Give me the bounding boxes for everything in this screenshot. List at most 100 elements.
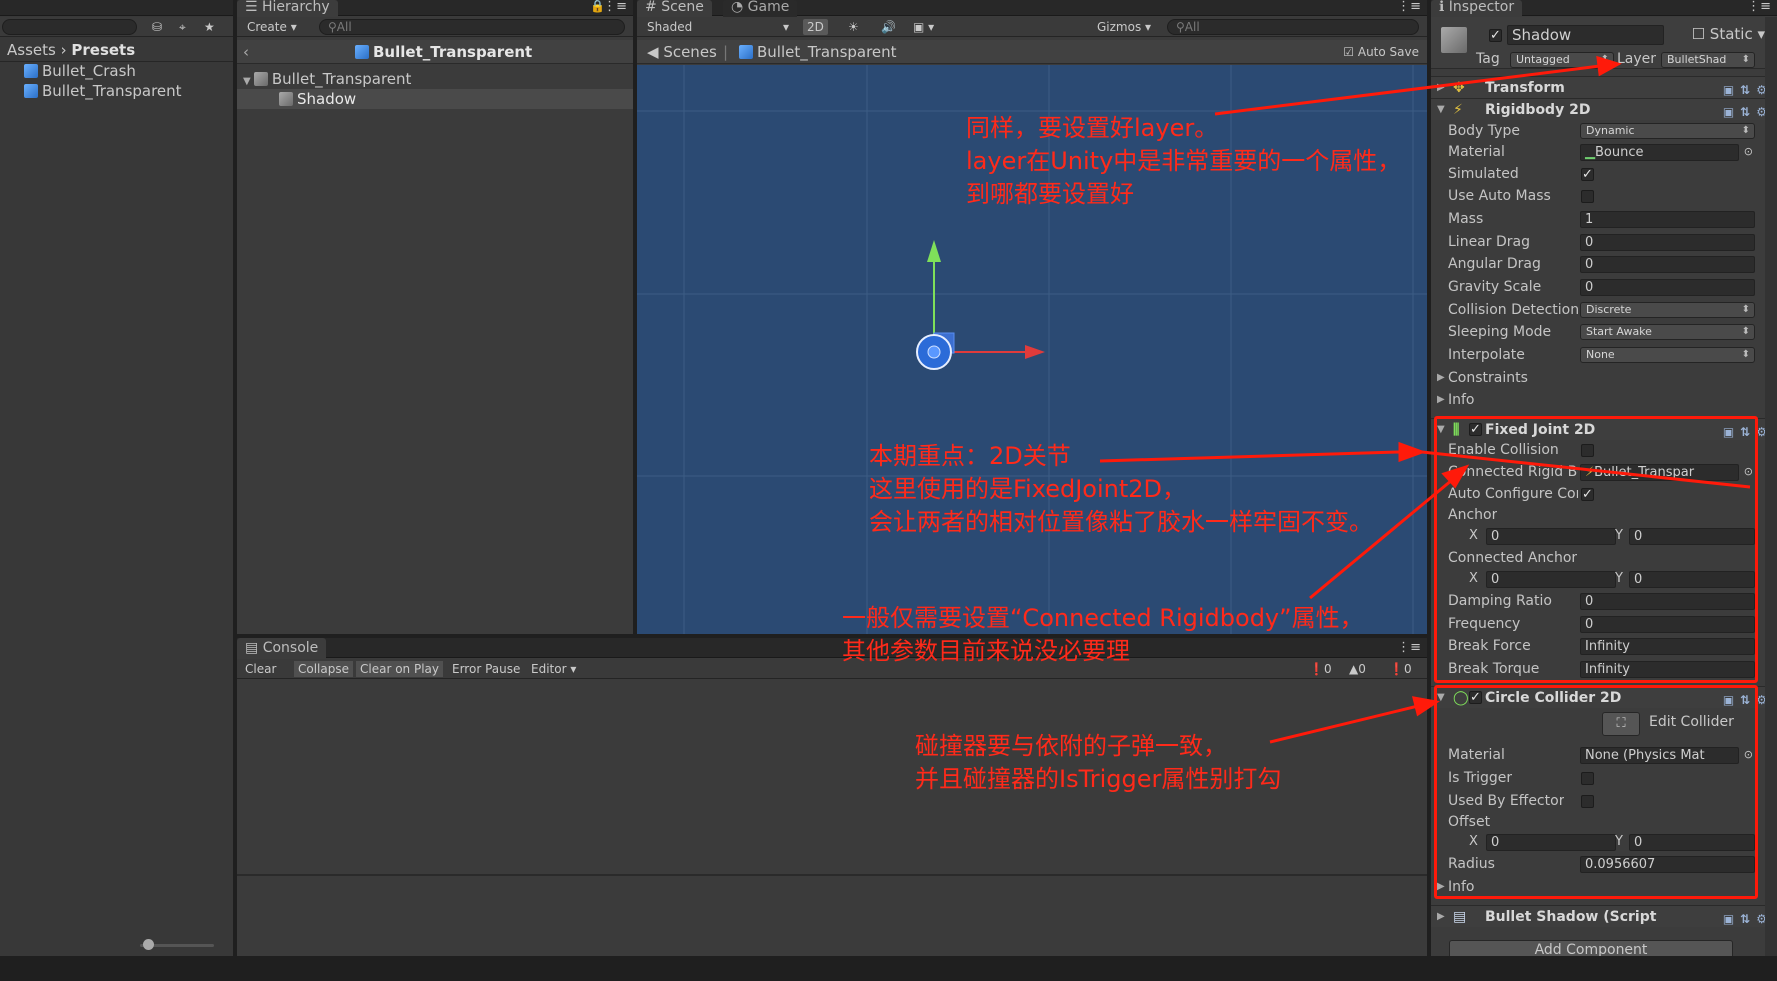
editor-dropdown[interactable]: Editor ▾ xyxy=(527,661,580,677)
project-breadcrumb: Assets › Presets xyxy=(7,40,135,60)
panel-menu-icon[interactable]: ⋮≡ xyxy=(1397,0,1421,14)
interpolate-dropdown[interactable]: None xyxy=(1580,347,1755,363)
favorite-star-icon[interactable]: ★ xyxy=(200,19,219,35)
asset-item[interactable]: Bullet_Transparent xyxy=(0,81,233,101)
project-tabbar xyxy=(0,0,233,16)
active-checkbox[interactable]: ✓ xyxy=(1489,29,1502,42)
expand-arrow-icon[interactable]: ▼ xyxy=(243,76,254,87)
breadcrumb-presets[interactable]: Presets xyxy=(71,41,135,59)
angular-drag-input[interactable]: 0 xyxy=(1580,256,1755,273)
add-component-button[interactable]: Add Component xyxy=(1449,940,1733,956)
move-gizmo[interactable] xyxy=(887,235,1087,395)
scene-breadcrumb-bar: ◀ Scenes | Bullet_Transparent ☑ Auto Sav… xyxy=(637,40,1427,64)
transform-header[interactable]: ▶ ✥ Transform ▣⇅⚙ xyxy=(1431,76,1777,98)
asset-item[interactable]: Bullet_Crash xyxy=(0,61,233,81)
shading-dropdown[interactable]: Shaded ▾ xyxy=(643,19,791,35)
panel-menu-icon[interactable]: ⋮≡ xyxy=(1397,640,1421,655)
prefab-icon xyxy=(24,84,38,98)
gravity-input[interactable]: 0 xyxy=(1580,279,1755,296)
expand-arrow-icon[interactable]: ▶ xyxy=(1437,390,1445,410)
annotation-box-fixed-joint xyxy=(1434,416,1758,683)
rb-gravity-row: Gravity Scale 0 xyxy=(1431,277,1777,297)
simulated-checkbox[interactable]: ✓ xyxy=(1581,168,1594,181)
filter-label-icon[interactable]: ⌖ xyxy=(175,19,190,35)
annotation-collider: 碰撞器要与依附的子弹一致， 并且碰撞器的IsTrigger属性别打勾 xyxy=(915,732,1282,793)
tab-scene[interactable]: # Scene xyxy=(637,0,712,17)
project-search-input[interactable] xyxy=(2,19,137,35)
inspector-tabbar: ℹ Inspector ⋮≡ xyxy=(1431,0,1777,17)
mass-input[interactable]: 1 xyxy=(1580,211,1755,228)
tab-console[interactable]: ▤ Console xyxy=(237,638,327,659)
lighting-icon[interactable]: ☀ xyxy=(844,19,863,35)
object-name-input[interactable]: Shadow xyxy=(1507,25,1664,45)
error-pause-button[interactable]: Error Pause xyxy=(448,661,524,677)
error-count-toggle[interactable]: ❗0 xyxy=(1385,661,1416,677)
create-dropdown[interactable]: Create ▾ xyxy=(243,19,301,35)
object-picker-icon[interactable]: ⊙ xyxy=(1744,142,1753,162)
gameobject-icon xyxy=(279,92,293,106)
unity-icon: ◀ xyxy=(647,43,664,61)
scene-tabbar: # Scene ◔ Game ⋮≡ xyxy=(637,0,1427,17)
rb-sleeping-row: Sleeping Mode Start Awake xyxy=(1431,322,1777,342)
breadcrumb-prefab[interactable]: Bullet_Transparent xyxy=(739,40,897,64)
collision-dropdown[interactable]: Discrete xyxy=(1580,302,1755,318)
search-icon: ⚲ xyxy=(1176,20,1185,34)
asset-label: Bullet_Crash xyxy=(42,62,136,80)
clear-button[interactable]: Clear xyxy=(241,661,280,677)
console-panel: ▤ Console ⋮≡ Clear Collapse Clear on Pla… xyxy=(237,638,1427,956)
scene-search-input[interactable]: ⚲All xyxy=(1167,19,1419,35)
hierarchy-item-shadow[interactable]: Shadow xyxy=(237,89,633,109)
tab-inspector[interactable]: ℹ Inspector xyxy=(1431,0,1523,17)
expand-arrow-icon[interactable]: ▼ xyxy=(1437,99,1445,121)
expand-arrow-icon[interactable]: ▶ xyxy=(1437,77,1445,99)
error-icon: ❗ xyxy=(1389,662,1404,676)
audio-icon[interactable]: 🔊 xyxy=(877,19,900,35)
sleeping-dropdown[interactable]: Start Awake xyxy=(1580,324,1755,340)
hierarchy-item-root[interactable]: ▼ Bullet_Transparent xyxy=(237,69,633,89)
console-divider[interactable] xyxy=(237,874,1427,876)
body-type-dropdown[interactable]: Dynamic xyxy=(1580,123,1755,139)
prefab-icon xyxy=(24,64,38,78)
linear-drag-input[interactable]: 0 xyxy=(1580,234,1755,251)
filter-type-icon[interactable]: ⛁ xyxy=(148,19,166,35)
pivot-handle xyxy=(927,345,941,359)
gizmos-dropdown[interactable]: Gizmos ▾ xyxy=(1093,19,1155,35)
tab-game[interactable]: ◔ Game xyxy=(723,0,798,17)
back-arrow-icon[interactable]: ‹ xyxy=(243,40,249,64)
project-toolbar: ⛁ ⌖ ★ xyxy=(0,17,233,37)
panel-menu-icon[interactable]: ⋮≡ xyxy=(1747,0,1771,14)
expand-arrow-icon[interactable]: ▶ xyxy=(1437,906,1445,928)
rb-material-row: Material ▁Bounce ⊙ xyxy=(1448,142,1753,162)
pacman-icon: ◔ xyxy=(731,0,748,15)
clear-on-play-button[interactable]: Clear on Play xyxy=(356,661,443,677)
collapse-button[interactable]: Collapse xyxy=(294,661,353,677)
hierarchy-search-input[interactable]: ⚲All xyxy=(319,19,625,35)
auto-save-toggle[interactable]: ☑ Auto Save xyxy=(1343,40,1419,64)
zoom-slider-thumb[interactable] xyxy=(143,939,154,950)
rb-material-field[interactable]: ▁Bounce xyxy=(1580,144,1739,161)
tab-hierarchy[interactable]: ☰ Hierarchy xyxy=(237,0,338,17)
rb-linear-drag-row: Linear Drag 0 xyxy=(1431,232,1777,252)
effects-icon[interactable]: ▣ ▾ xyxy=(909,19,938,35)
inspector-scrollbar[interactable] xyxy=(1765,17,1777,956)
script-header[interactable]: ▶ ▤ Bullet Shadow (Script ▣⇅⚙ xyxy=(1431,905,1777,927)
annotation-fixed-joint: 本期重点：2D关节 这里使用的是FixedJoint2D， 会让两者的相对位置像… xyxy=(869,442,1373,536)
rb-info-row[interactable]: ▶ Info xyxy=(1431,390,1777,410)
breadcrumb-assets[interactable]: Assets xyxy=(7,41,56,59)
rigidbody-header[interactable]: ▼ ⚡ Rigidbody 2D ▣⇅⚙ xyxy=(1431,98,1777,120)
auto-mass-checkbox[interactable] xyxy=(1581,190,1594,203)
expand-arrow-icon[interactable]: ▶ xyxy=(1437,368,1445,388)
rb-collision-row: Collision Detection Discrete xyxy=(1431,300,1777,320)
layer-dropdown[interactable]: BulletShad xyxy=(1661,52,1755,68)
script-icon: ▤ xyxy=(1453,909,1467,925)
breadcrumb-scenes[interactable]: ◀ Scenes xyxy=(647,40,717,64)
annotation-layer: 同样，要设置好layer。 layer在Unity中是非常重要的一个属性， 到哪… xyxy=(966,114,1402,208)
static-toggle[interactable]: ☐ Static ▾ xyxy=(1692,25,1765,43)
rb-constraints-row[interactable]: ▶ Constraints xyxy=(1431,368,1777,388)
rb-auto-mass-row: Use Auto Mass xyxy=(1431,186,1777,206)
tag-dropdown[interactable]: Untagged xyxy=(1510,52,1614,68)
panel-menu-icon[interactable]: ⋮≡ xyxy=(603,0,627,14)
toggle-2d-button[interactable]: 2D xyxy=(803,19,828,35)
rb-angular-drag-row: Angular Drag 0 xyxy=(1431,254,1777,274)
annotation-box-circle-collider xyxy=(1434,685,1758,899)
